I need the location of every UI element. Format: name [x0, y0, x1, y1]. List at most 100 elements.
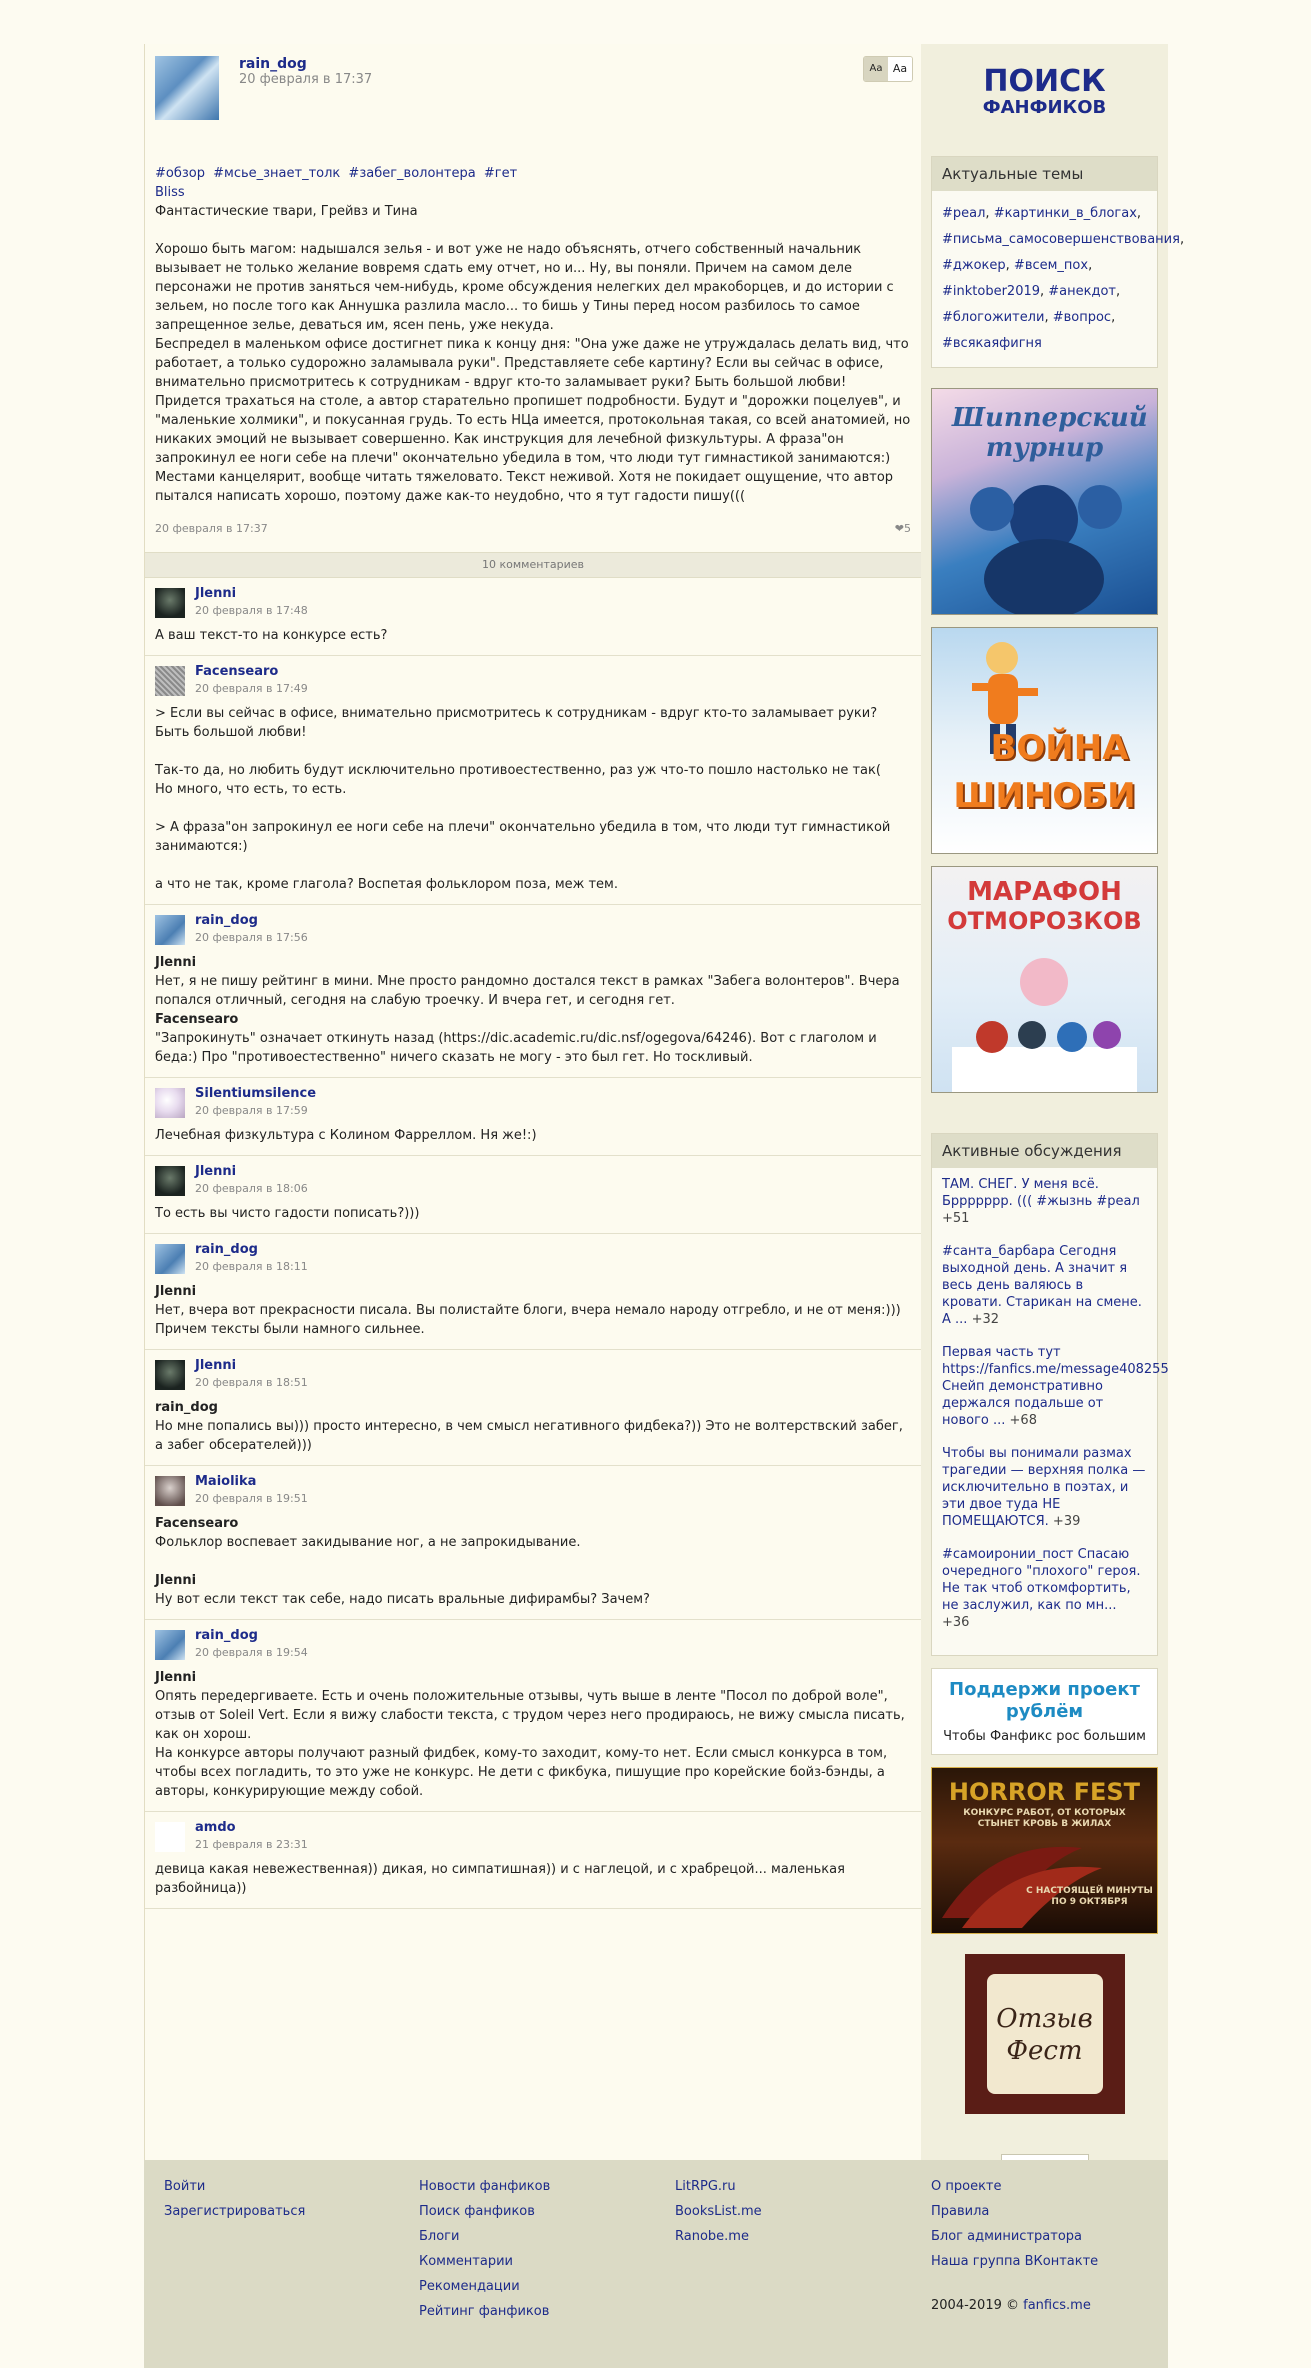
post-date: 20 февраля в 17:37: [239, 72, 373, 87]
font-small-button[interactable]: Aa: [864, 57, 888, 81]
topic-link[interactable]: #анекдот: [1048, 284, 1116, 299]
main-column: rain_dog 20 февраля в 17:37 Aa Aa #обзор…: [144, 44, 922, 2160]
comment-header: Silentiumsilence 20 февраля в 17:59: [155, 1086, 911, 1122]
post-subtitle: Фантастические твари, Грейвз и Тина: [155, 204, 418, 219]
tag-link[interactable]: #забег_волонтера: [348, 166, 475, 181]
comment-line: Опять передергиваете. Есть и очень полож…: [155, 1689, 905, 1742]
commenter-avatar[interactable]: [155, 666, 185, 696]
comment-date: 20 февраля в 18:06: [195, 1182, 308, 1195]
banner-otzyv-fest[interactable]: Отзыв Фест: [964, 1954, 1125, 2114]
footer-link[interactable]: LitRPG.ru: [675, 2174, 762, 2199]
logo-line2: ФАНФИКОВ: [982, 97, 1107, 118]
banner-claw-illustration: [942, 1846, 1102, 1928]
footer-link[interactable]: Новости фанфиков: [419, 2174, 550, 2199]
tag-link[interactable]: #мсье_знает_толк: [213, 166, 340, 181]
comment-author-link[interactable]: Facensearo: [195, 664, 278, 679]
comment-author-link[interactable]: Jlenni: [195, 1358, 236, 1373]
tag-link[interactable]: #гет: [484, 166, 517, 181]
footer-link[interactable]: Зарегистрироваться: [164, 2199, 305, 2224]
comment-text: Facensearo Фольклор воспевает закидывание…: [155, 1514, 911, 1609]
comment-line: Фольклор воспевает закидывание ног, а не…: [155, 1535, 581, 1550]
footer-col-about: О проекте Правила Блог администратора Наша …: [931, 2174, 1098, 2274]
discussion-link[interactable]: #самоиронии_пост Спасаю очередного "плох…: [942, 1547, 1141, 1613]
topic-link[interactable]: #джокер: [942, 258, 1006, 273]
comment-author-link[interactable]: rain_dog: [195, 1628, 258, 1643]
comments-count-bar[interactable]: 10 комментариев: [145, 552, 921, 578]
font-size-toggle: Aa Aa: [863, 56, 913, 82]
comment-text: Jlenni Нет, я не пишу рейтинг в мини. Мне…: [155, 953, 911, 1067]
likes-counter[interactable]: ❤5: [895, 522, 911, 535]
commenter-avatar[interactable]: [155, 915, 185, 945]
commenter-avatar[interactable]: [155, 1088, 185, 1118]
comment-date: 20 февраля в 17:59: [195, 1104, 308, 1117]
footer-link[interactable]: Поиск фанфиков: [419, 2199, 550, 2224]
comment-author-link[interactable]: Maiolika: [195, 1474, 256, 1489]
comment-author-link[interactable]: Jlenni: [195, 586, 236, 601]
post-paragraph: Местами канцелярит, вообще читать тяжело…: [155, 470, 894, 504]
topic-link[interactable]: #вопрос: [1053, 310, 1111, 325]
comment-date: 21 февраля в 23:31: [195, 1838, 308, 1851]
topic-link[interactable]: #картинки_в_блогах: [994, 206, 1137, 221]
reply-to-name: rain_dog: [155, 1400, 218, 1415]
copyright-link[interactable]: fanfics.me: [1023, 2298, 1091, 2313]
topic-link[interactable]: #всякаяфигня: [942, 336, 1042, 351]
comment-line: На конкурсе авторы получают разный фидбе…: [155, 1746, 888, 1799]
banner-horror-fest[interactable]: HORROR FEST КОНКУРС РАБОТ, ОТ КОТОРЫХ СТ…: [931, 1767, 1158, 1934]
reply-to-name: Jlenni: [155, 1670, 197, 1685]
commenter-avatar[interactable]: [155, 1476, 185, 1506]
discussion-link[interactable]: Первая часть тут https://fanfics.me/mess…: [942, 1345, 1169, 1428]
likes-count: 5: [904, 522, 911, 535]
post-footer: 20 февраля в 17:37 ❤5: [145, 518, 921, 552]
commenter-avatar[interactable]: [155, 1360, 185, 1390]
banner-frostbite-marathon[interactable]: МАРАФОН ОТМОРОЗКОВ: [931, 866, 1158, 1093]
comment-author-link[interactable]: Silentiumsilence: [195, 1086, 316, 1101]
footer-link[interactable]: Рейтинг фанфиков: [419, 2299, 550, 2324]
logo-line1: ПОИСК: [983, 64, 1106, 99]
comment-date: 20 февраля в 17:49: [195, 682, 308, 695]
comments-list: Jlenni 20 февраля в 17:48 А ваш текст-то н…: [145, 578, 921, 1909]
discussions-list: ТАМ. СНЕГ. У меня всё. Бррррррр. ((( #жы…: [932, 1168, 1169, 1655]
commenter-avatar[interactable]: [155, 1166, 185, 1196]
comment-header: rain_dog 20 февраля в 18:11: [155, 1242, 911, 1278]
comment-text: Jlenni Опять передергиваете. Есть и очень…: [155, 1668, 911, 1801]
comment-author-link[interactable]: rain_dog: [195, 913, 258, 928]
comment-author-link[interactable]: Jlenni: [195, 1164, 236, 1179]
site-logo[interactable]: ПОИСК ФАНФИКОВ: [921, 44, 1168, 146]
footer-link[interactable]: О проекте: [931, 2174, 1098, 2199]
footer-link[interactable]: Комментарии: [419, 2249, 550, 2274]
comment: Jlenni 20 февраля в 17:48 А ваш текст-то н…: [145, 578, 921, 656]
comment-author-link[interactable]: amdo: [195, 1820, 236, 1835]
footer-link[interactable]: Правила: [931, 2199, 1098, 2224]
footer-link[interactable]: Рекомендации: [419, 2274, 550, 2299]
topic-link[interactable]: #блогожители: [942, 310, 1044, 325]
tag-link[interactable]: #обзор: [155, 166, 205, 181]
comment-author-link[interactable]: rain_dog: [195, 1242, 258, 1257]
banner-shinobi-war[interactable]: ВОЙНА ШИНОБИ: [931, 627, 1158, 854]
commenter-avatar[interactable]: [155, 588, 185, 618]
footer-link[interactable]: Войти: [164, 2174, 305, 2199]
comment-line: > А фраза"он запрокинул ее ноги себе на …: [155, 820, 891, 854]
discussion-count: +32: [971, 1312, 1000, 1327]
footer-link[interactable]: Наша группа ВКонтакте: [931, 2249, 1098, 2274]
post-author-link[interactable]: rain_dog: [239, 56, 307, 72]
support-widget[interactable]: Поддержи проект рублём Чтобы Фанфикс рос…: [931, 1668, 1158, 1755]
author-avatar[interactable]: [155, 56, 219, 120]
comment-header: amdo 21 февраля в 23:31: [155, 1820, 911, 1856]
footer-link[interactable]: Блог администратора: [931, 2224, 1098, 2249]
fic-title-link[interactable]: Bliss: [155, 185, 185, 200]
commenter-avatar[interactable]: [155, 1630, 185, 1660]
banner-shipper-tournament[interactable]: Шипперский турнир: [931, 388, 1158, 615]
topic-link[interactable]: #всем_пох: [1014, 258, 1088, 273]
topic-link[interactable]: #письма_самосовершенствования: [942, 232, 1180, 247]
discussion-link[interactable]: Чтобы вы понимали размах трагедии — верх…: [942, 1446, 1145, 1529]
font-large-button[interactable]: Aa: [888, 57, 912, 81]
commenter-avatar[interactable]: [155, 1822, 185, 1852]
topic-link[interactable]: #inktober2019: [942, 284, 1040, 299]
topic-link[interactable]: #реал: [942, 206, 985, 221]
commenter-avatar[interactable]: [155, 1244, 185, 1274]
comment-date: 20 февраля в 18:11: [195, 1260, 308, 1273]
footer-link[interactable]: Блоги: [419, 2224, 550, 2249]
footer-link[interactable]: BooksList.me: [675, 2199, 762, 2224]
discussion-link[interactable]: ТАМ. СНЕГ. У меня всё. Бррррррр. ((( #жы…: [942, 1177, 1140, 1209]
footer-link[interactable]: Ranobe.me: [675, 2224, 762, 2249]
